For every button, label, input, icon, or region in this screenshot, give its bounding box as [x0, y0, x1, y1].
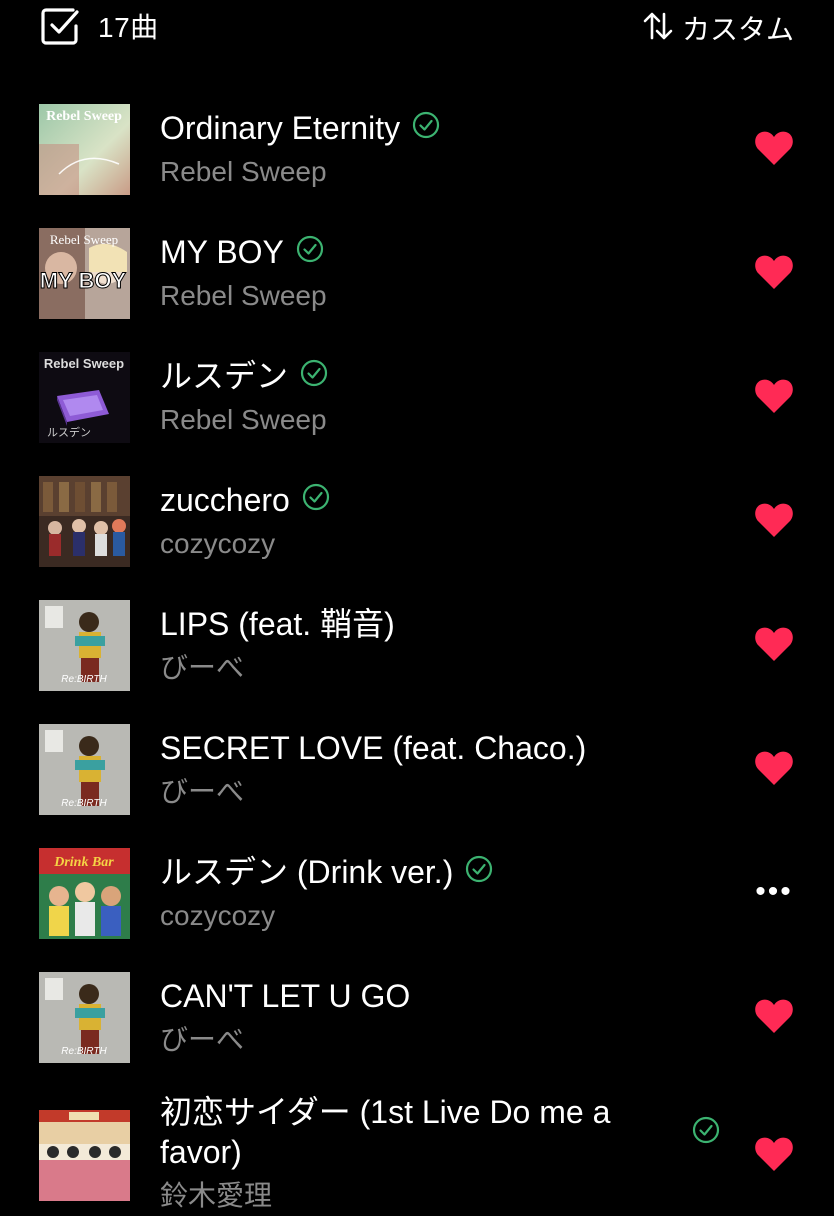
album-art: Rebel Sweep MY BOY — [39, 228, 130, 319]
heart-icon — [754, 130, 794, 166]
track-count: 17曲 — [98, 12, 159, 43]
album-art: Rebel Sweep — [39, 104, 130, 195]
heart-icon — [754, 254, 794, 290]
track-title: zucchero — [160, 482, 290, 518]
track-artist: びーべ — [160, 1024, 245, 1055]
svg-text:Re:BIRTH: Re:BIRTH — [61, 798, 107, 809]
like-button[interactable] — [754, 1134, 794, 1174]
track-row[interactable]: zucchero cozycozy — [0, 458, 834, 582]
heart-icon — [754, 998, 794, 1034]
track-row[interactable]: Rebel Sweep MY BOY MY BOY Rebel Sweep — [0, 210, 834, 334]
heart-icon — [754, 502, 794, 538]
track-artist: Rebel Sweep — [160, 156, 327, 187]
album-art: Rebel Sweep ルスデン — [39, 352, 130, 443]
list-header: 17曲 カスタム — [0, 0, 834, 56]
heart-icon — [754, 750, 794, 786]
track-list: Rebel Sweep Ordinary Eternity Rebel Swee… — [0, 86, 834, 1211]
select-button[interactable]: 17曲 — [40, 6, 159, 46]
track-row[interactable]: Rebel Sweep ルスデン ルスデン Rebel Sweep — [0, 334, 834, 458]
downloaded-check-icon — [300, 356, 328, 396]
downloaded-check-icon — [302, 480, 330, 520]
track-row[interactable]: 初恋サイダー (1st Live Do me a favor) 鈴木愛理 — [0, 1078, 834, 1211]
track-artist: Rebel Sweep — [160, 404, 327, 435]
album-art: Re:BIRTH — [39, 600, 130, 691]
track-artist: Rebel Sweep — [160, 280, 327, 311]
track-artist: cozycozy — [160, 900, 276, 931]
svg-text:Re:BIRTH: Re:BIRTH — [61, 674, 107, 685]
sort-arrows-icon — [642, 10, 674, 47]
track-title: 初恋サイダー (1st Live Do me a favor) — [160, 1094, 611, 1170]
sort-label: カスタム — [681, 14, 794, 45]
like-button[interactable] — [754, 996, 794, 1036]
track-title: Ordinary Eternity — [160, 110, 401, 146]
like-button[interactable] — [754, 748, 794, 788]
downloaded-check-icon — [412, 108, 440, 148]
downloaded-check-icon — [465, 852, 493, 892]
more-options-button[interactable]: ••• — [754, 872, 794, 912]
track-row[interactable]: Drink Bar ルスデン (Drink ver.) cozycozy ••• — [0, 830, 834, 954]
track-title: LIPS (feat. 鞘音) — [160, 606, 395, 642]
like-button[interactable] — [754, 624, 794, 664]
like-button[interactable] — [754, 500, 794, 540]
track-title: SECRET LOVE (feat. Chaco.) — [160, 730, 587, 766]
track-row[interactable]: Rebel Sweep Ordinary Eternity Rebel Swee… — [0, 86, 834, 210]
track-artist: cozycozy — [160, 528, 276, 559]
more-icon: ••• — [755, 875, 793, 908]
downloaded-check-icon — [692, 1116, 720, 1149]
album-art: Drink Bar — [39, 848, 130, 939]
like-button[interactable] — [754, 252, 794, 292]
svg-text:MY BOY: MY BOY — [40, 268, 127, 293]
downloaded-check-icon — [296, 232, 324, 272]
track-title: ルスデン (Drink ver.) — [160, 854, 454, 890]
track-row[interactable]: Re:BIRTH CAN'T LET U GO びーべ — [0, 954, 834, 1078]
track-row[interactable]: Re:BIRTH SECRET LOVE (feat. Chaco.) びーべ — [0, 706, 834, 830]
like-button[interactable] — [754, 128, 794, 168]
track-title: ルスデン — [160, 358, 289, 394]
track-title: CAN'T LET U GO — [160, 978, 411, 1014]
svg-text:Rebel Sweep: Rebel Sweep — [50, 232, 118, 247]
track-artist: びーべ — [160, 652, 245, 683]
heart-icon — [754, 378, 794, 414]
album-art: Re:BIRTH — [39, 972, 130, 1063]
checkbox-icon — [40, 6, 80, 46]
track-artist: 鈴木愛理 — [160, 1180, 273, 1211]
album-art: Re:BIRTH — [39, 724, 130, 815]
track-title: MY BOY — [160, 234, 284, 270]
svg-text:Rebel Sweep: Rebel Sweep — [44, 356, 124, 371]
heart-icon — [754, 626, 794, 662]
track-artist: びーべ — [160, 776, 245, 807]
album-art — [39, 1110, 130, 1201]
svg-text:Drink Bar: Drink Bar — [53, 855, 114, 870]
like-button[interactable] — [754, 376, 794, 416]
svg-text:ルスデン: ルスデン — [47, 425, 91, 439]
svg-text:Re:BIRTH: Re:BIRTH — [61, 1046, 107, 1057]
track-row[interactable]: Re:BIRTH LIPS (feat. 鞘音) びーべ — [0, 582, 834, 706]
sort-button[interactable]: カスタム — [642, 8, 794, 48]
heart-icon — [754, 1136, 794, 1172]
svg-text:Rebel Sweep: Rebel Sweep — [46, 109, 122, 124]
album-art — [39, 476, 130, 567]
